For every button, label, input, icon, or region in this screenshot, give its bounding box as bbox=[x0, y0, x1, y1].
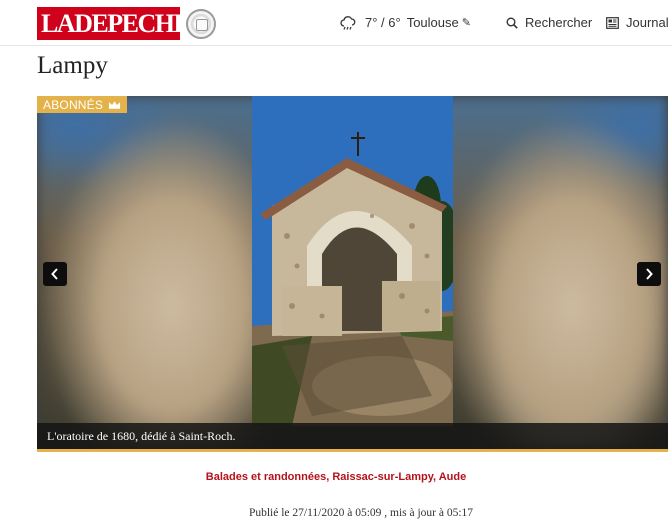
journal-label: Journal bbox=[626, 15, 669, 30]
newspaper-icon bbox=[606, 16, 619, 29]
site-header: LADEPECHE . fr 7° / 6° Toulouse ✎ Recher… bbox=[0, 0, 672, 46]
logo-text: LADEPECHE bbox=[41, 8, 191, 38]
chevron-left-icon bbox=[51, 268, 58, 280]
tag-separator: , bbox=[326, 471, 330, 483]
photo-caption: L'oratoire de 1680, dédié à Saint-Roch. bbox=[37, 423, 668, 449]
weather-temperature: 7° / 6° bbox=[365, 15, 401, 30]
crown-icon bbox=[109, 100, 121, 109]
pencil-icon[interactable]: ✎ bbox=[462, 16, 471, 29]
weather-widget[interactable]: 7° / 6° Toulouse ✎ bbox=[340, 15, 471, 30]
tag-link-raissac[interactable]: Raissac-sur-Lampy bbox=[332, 471, 433, 483]
tag-link-aude[interactable]: Aude bbox=[439, 471, 467, 483]
journal-button[interactable]: Journal bbox=[606, 15, 669, 30]
photo-gallery[interactable]: ABONNÉS L'oratoire de 1680, dédié à Sain… bbox=[37, 96, 668, 452]
gallery-prev-button[interactable] bbox=[43, 262, 67, 286]
search-button[interactable]: Rechercher bbox=[506, 15, 592, 30]
gallery-photo[interactable] bbox=[252, 96, 453, 426]
site-logo[interactable]: LADEPECHE . fr bbox=[37, 7, 210, 40]
subscriber-badge: ABONNÉS bbox=[37, 96, 128, 113]
weather-city: Toulouse bbox=[406, 15, 459, 30]
page-title: Lampy bbox=[37, 52, 108, 79]
search-label: Rechercher bbox=[525, 15, 593, 30]
badge-label: ABONNÉS bbox=[43, 97, 104, 112]
seal-icon bbox=[186, 9, 216, 39]
search-icon bbox=[506, 17, 518, 29]
gallery-next-button[interactable] bbox=[637, 262, 661, 286]
publication-date: Publié le 27/11/2020 à 05:09 , mis à jou… bbox=[248, 507, 474, 519]
chevron-right-icon bbox=[646, 268, 653, 280]
tag-link-balades[interactable]: Balades et randonnées bbox=[206, 471, 326, 483]
tag-separator: , bbox=[433, 471, 437, 483]
cloud-icon bbox=[340, 15, 356, 30]
article-tags: Balades et randonnées, Raissac-sur-Lampy… bbox=[0, 471, 672, 483]
